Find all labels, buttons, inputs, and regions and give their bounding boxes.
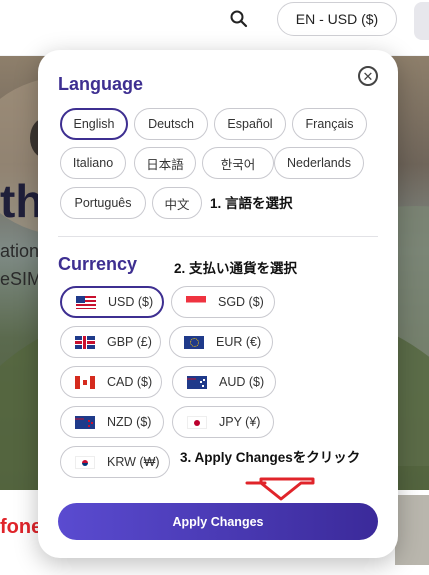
- down-arrow-icon: [245, 477, 315, 501]
- language-option-korean[interactable]: 한국어: [202, 147, 274, 179]
- gb-flag-icon: [75, 335, 95, 349]
- content-thumbnail: [395, 495, 429, 565]
- currency-section-title: Currency: [58, 254, 138, 274]
- language-option-deutsch[interactable]: Deutsch: [134, 108, 208, 140]
- close-icon: ✕: [362, 68, 374, 84]
- search-button[interactable]: [226, 6, 252, 32]
- currency-label: AUD ($): [219, 375, 265, 389]
- annotation-step-1: 1. 言語を選択: [210, 196, 293, 211]
- close-button[interactable]: ✕: [358, 66, 378, 86]
- top-navigation-bar: EN - USD ($): [0, 0, 429, 55]
- currency-option-gbp[interactable]: GBP (£): [60, 326, 161, 358]
- currency-label: CAD ($): [107, 375, 153, 389]
- language-section-title: Language: [58, 74, 144, 94]
- au-flag-icon: [187, 375, 207, 389]
- currency-option-sgd[interactable]: SGD ($): [171, 286, 275, 318]
- language-option-japanese[interactable]: 日本語: [134, 147, 196, 179]
- brand-text: fone: [0, 516, 43, 538]
- currency-label: EUR (€): [216, 335, 262, 349]
- jp-flag-icon: [187, 415, 207, 429]
- partial-header-button[interactable]: [414, 2, 429, 40]
- hero-title: th: [0, 175, 44, 227]
- annotation-step-3: 3. Apply Changesをクリック: [180, 450, 361, 465]
- currency-option-nzd[interactable]: NZD ($): [60, 406, 164, 438]
- hero-subtitle-2: eSIM: [0, 269, 43, 289]
- currency-option-usd[interactable]: USD ($): [60, 286, 164, 318]
- currency-option-eur[interactable]: EUR (€): [169, 326, 273, 358]
- hero-subtitle: ation: [0, 241, 40, 261]
- currency-option-krw[interactable]: KRW (₩): [60, 446, 170, 478]
- language-option-nederlands[interactable]: Nederlands: [274, 147, 364, 179]
- nz-flag-icon: [75, 415, 95, 429]
- currency-option-aud[interactable]: AUD ($): [172, 366, 276, 398]
- eu-flag-icon: [184, 335, 204, 349]
- section-divider: [58, 236, 378, 237]
- language-option-francais[interactable]: Français: [292, 108, 367, 140]
- language-option-italiano[interactable]: Italiano: [60, 147, 126, 179]
- currency-label: USD ($): [108, 295, 154, 309]
- currency-option-cad[interactable]: CAD ($): [60, 366, 162, 398]
- apply-changes-button[interactable]: Apply Changes: [58, 503, 378, 540]
- currency-label: SGD ($): [218, 295, 264, 309]
- language-option-english[interactable]: English: [60, 108, 128, 140]
- language-currency-selector[interactable]: EN - USD ($): [277, 2, 397, 36]
- ca-flag-icon: [75, 375, 95, 389]
- language-option-chinese[interactable]: 中文: [152, 187, 202, 219]
- language-currency-modal: Language ✕ English Deutsch Español Franç…: [38, 50, 398, 558]
- kr-flag-icon: [75, 455, 95, 469]
- currency-label: NZD ($): [107, 415, 152, 429]
- currency-label: JPY (¥): [219, 415, 261, 429]
- currency-label: KRW (₩): [107, 455, 160, 469]
- currency-label: GBP (£): [107, 335, 152, 349]
- sg-flag-icon: [186, 295, 206, 309]
- us-flag-icon: [76, 295, 96, 309]
- currency-option-jpy[interactable]: JPY (¥): [172, 406, 274, 438]
- language-option-portugues[interactable]: Português: [60, 187, 146, 219]
- search-icon: [230, 10, 248, 28]
- annotation-step-2: 2. 支払い通貨を選択: [174, 261, 298, 276]
- language-option-espanol[interactable]: Español: [214, 108, 286, 140]
